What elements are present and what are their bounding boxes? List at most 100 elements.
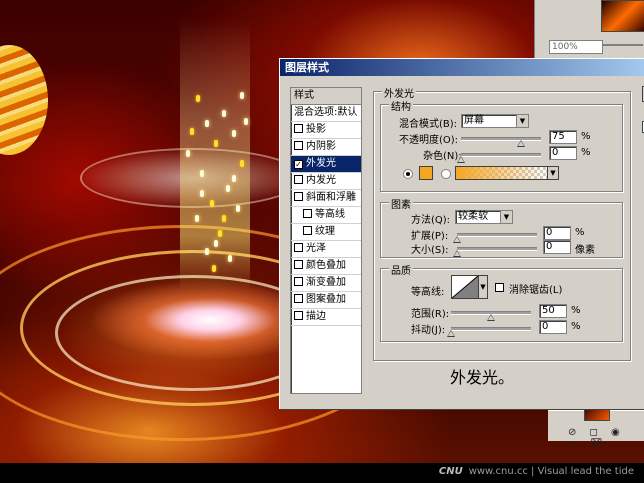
- style-item[interactable]: 斜面和浮雕: [291, 190, 361, 207]
- range-slider-thumb[interactable]: [487, 314, 495, 321]
- size-slider[interactable]: [457, 247, 537, 251]
- sparkle: [226, 185, 230, 192]
- sparkle: [222, 110, 226, 117]
- blend-options-item[interactable]: 混合选项:默认: [291, 105, 361, 122]
- style-item-checkbox[interactable]: [294, 141, 303, 150]
- glow-gradient-picker[interactable]: [455, 166, 549, 180]
- blend-mode-label: 混合模式(B):: [399, 119, 458, 130]
- structure-group: 结构 混合模式(B): 屏幕 ▼ 不透明度(O): 75 % 杂色(N): 0 …: [380, 98, 623, 192]
- opacity-slider-thumb[interactable]: [517, 140, 525, 147]
- navigator-zoom-slider[interactable]: [603, 44, 643, 46]
- style-item-checkbox[interactable]: [303, 209, 312, 218]
- technique-value: 较柔软: [458, 211, 488, 222]
- layers-palette-icons[interactable]: ⊘ ◻ ◉ ▭ ⌧: [568, 427, 644, 449]
- style-item[interactable]: 内阴影: [291, 139, 361, 156]
- size-field[interactable]: 0: [543, 240, 571, 254]
- sparkle: [205, 248, 209, 255]
- noise-field[interactable]: 0: [549, 146, 577, 160]
- style-item[interactable]: 纹理: [291, 224, 361, 241]
- chevron-down-icon[interactable]: ▼: [516, 115, 528, 127]
- spread-slider[interactable]: [457, 233, 537, 237]
- planet-image: [0, 45, 48, 155]
- style-item-checkbox[interactable]: [294, 277, 303, 286]
- technique-label: 方法(Q):: [411, 215, 451, 226]
- elements-legend: 图素: [389, 196, 413, 211]
- style-item[interactable]: 图案叠加: [291, 292, 361, 309]
- style-item-checkbox[interactable]: [294, 311, 303, 320]
- style-item-checkbox[interactable]: [294, 294, 303, 303]
- opacity-slider[interactable]: [461, 137, 541, 141]
- style-item[interactable]: 投影: [291, 122, 361, 139]
- chevron-down-icon[interactable]: ▼: [478, 275, 488, 299]
- sparkle: [210, 200, 214, 207]
- navigator-thumbnail[interactable]: [601, 0, 644, 32]
- chevron-down-icon[interactable]: ▼: [547, 166, 559, 180]
- style-item[interactable]: 内发光: [291, 173, 361, 190]
- chevron-down-icon[interactable]: ▼: [500, 211, 512, 223]
- contour-preview[interactable]: [451, 275, 479, 299]
- style-item-checkbox[interactable]: [294, 192, 303, 201]
- sparkle: [195, 215, 199, 222]
- technique-select[interactable]: 较柔软 ▼: [455, 210, 513, 224]
- style-item[interactable]: 颜色叠加: [291, 258, 361, 275]
- style-item[interactable]: ✓ 外发光: [291, 156, 361, 173]
- quality-group: 品质 等高线: ▼ 消除锯齿(L) 范围(R): 50 % 抖动(J): 0 %: [380, 262, 623, 342]
- sparkle: [232, 130, 236, 137]
- navigator-zoom-field[interactable]: 100%: [549, 40, 603, 54]
- spread-field[interactable]: 0: [543, 226, 571, 240]
- sparkle: [240, 92, 244, 99]
- style-item-label: 等高线: [315, 209, 345, 220]
- styles-list-header[interactable]: 样式: [291, 88, 361, 105]
- opacity-label: 不透明度(O):: [399, 135, 459, 146]
- blend-mode-value: 屏幕: [464, 115, 484, 126]
- style-item-checkbox[interactable]: [294, 243, 303, 252]
- style-item-label: 描边: [306, 311, 326, 322]
- opacity-unit: %: [581, 131, 591, 142]
- gradient-radio[interactable]: [441, 169, 451, 179]
- range-field[interactable]: 50: [539, 304, 567, 318]
- spread-slider-thumb[interactable]: [453, 236, 461, 243]
- spread-unit: %: [575, 227, 585, 238]
- jitter-slider-thumb[interactable]: [447, 330, 455, 337]
- size-unit: 像素: [575, 245, 595, 256]
- quality-legend: 品质: [389, 262, 413, 277]
- sparkle: [200, 190, 204, 197]
- style-item[interactable]: 描边: [291, 309, 361, 326]
- style-item-checkbox[interactable]: ✓: [294, 160, 303, 169]
- style-item[interactable]: 渐变叠加: [291, 275, 361, 292]
- style-item-checkbox[interactable]: [294, 124, 303, 133]
- noise-slider-thumb[interactable]: [457, 156, 465, 163]
- style-item-label: 内阴影: [306, 141, 336, 152]
- contour-label: 等高线:: [411, 287, 445, 298]
- opacity-field[interactable]: 75: [549, 130, 577, 144]
- style-item-checkbox[interactable]: [294, 260, 303, 269]
- jitter-field[interactable]: 0: [539, 320, 567, 334]
- style-item[interactable]: 等高线: [291, 207, 361, 224]
- noise-label: 杂色(N):: [423, 151, 462, 162]
- jitter-unit: %: [571, 321, 581, 332]
- light-beam: [180, 20, 250, 290]
- style-item-checkbox[interactable]: [294, 175, 303, 184]
- jitter-slider[interactable]: [451, 327, 531, 331]
- style-item[interactable]: 光泽: [291, 241, 361, 258]
- watermark: CNU www.cnu.cc | Visual lead the tide: [439, 466, 634, 477]
- size-label: 大小(S):: [411, 245, 449, 256]
- antialias-checkbox[interactable]: [495, 283, 504, 292]
- style-item-checkbox[interactable]: [303, 226, 312, 235]
- sparkle: [236, 205, 240, 212]
- layers-palette: ⊘ ◻ ◉ ▭ ⌧: [548, 405, 644, 449]
- range-label: 范围(R):: [411, 309, 450, 320]
- dialog-title[interactable]: 图层样式: [280, 59, 644, 76]
- style-item-label: 图案叠加: [306, 294, 346, 305]
- layer-style-dialog: 图层样式 样式 混合选项:默认 投影内阴影 ✓ 外发光 内发光斜面和浮雕等高线纹理光泽…: [279, 58, 644, 409]
- style-item-label: 纹理: [315, 226, 335, 237]
- range-unit: %: [571, 305, 581, 316]
- blend-mode-select[interactable]: 屏幕 ▼: [461, 114, 529, 128]
- size-slider-thumb[interactable]: [453, 250, 461, 257]
- noise-slider[interactable]: [461, 153, 541, 157]
- outer-glow-group: 外发光 结构 混合模式(B): 屏幕 ▼ 不透明度(O): 75 % 杂色(N)…: [373, 85, 631, 361]
- color-radio[interactable]: [403, 169, 413, 179]
- style-item-label: 斜面和浮雕: [306, 192, 356, 203]
- structure-legend: 结构: [389, 98, 413, 113]
- glow-color-swatch[interactable]: [419, 166, 433, 180]
